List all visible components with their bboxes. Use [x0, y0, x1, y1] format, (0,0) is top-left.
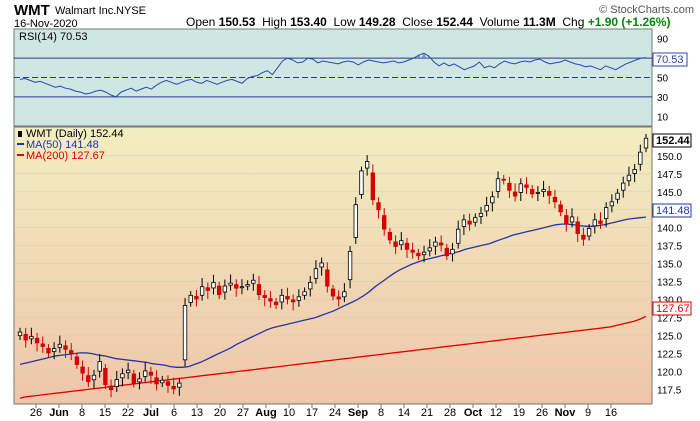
x-tick-label: 26: [536, 407, 548, 419]
x-tick-label: Jun: [49, 407, 69, 419]
x-tick-label: 17: [306, 407, 318, 419]
price-tick-label: 145.0: [657, 188, 682, 199]
legend-swatch-wmt: [18, 131, 22, 137]
x-tick-label: 13: [191, 407, 203, 419]
ma50-tag-text: 141.48: [656, 205, 690, 217]
price-tick-label: 132.5: [657, 278, 682, 289]
x-tick-label: 9: [585, 407, 591, 419]
stock-chart[interactable]: 1030507090 117.5120.0122.5125.0127.5130.…: [0, 0, 700, 421]
rsi-tag-text: 70.53: [656, 54, 684, 66]
candle: [182, 297, 188, 367]
ma200-tag-text: 127.67: [656, 303, 690, 315]
x-tick-label: Oct: [464, 407, 483, 419]
x-tick-label: 14: [398, 407, 410, 419]
price-tick-label: 125.0: [657, 332, 682, 343]
x-tick-label: 10: [283, 407, 295, 419]
price-panel: [13, 126, 653, 405]
x-tick-label: 8: [79, 407, 85, 419]
price-tick-label: 120.0: [657, 368, 682, 379]
x-tick-label: Jul: [143, 407, 159, 419]
price-tick-label: 137.5: [657, 242, 682, 253]
x-tick-label: Nov: [555, 407, 577, 419]
x-tick-label: 19: [513, 407, 525, 419]
rsi-tick-label: 10: [657, 112, 669, 123]
x-tick-label: 6: [171, 407, 177, 419]
price-tick-label: 150.0: [657, 152, 682, 163]
close-tag-text: 152.44: [656, 135, 691, 147]
price-tick-label: 122.5: [657, 350, 682, 361]
x-tick-label: 24: [329, 407, 341, 419]
x-tick-label: 15: [99, 407, 111, 419]
candle: [359, 166, 364, 199]
x-tick-label: 28: [444, 407, 456, 419]
x-tick-label: Sep: [348, 407, 368, 419]
x-tick-label: 22: [122, 407, 134, 419]
rsi-tick-label: 90: [657, 35, 669, 46]
price-tick-label: 135.0: [657, 260, 682, 271]
price-tick-label: 140.0: [657, 224, 682, 235]
x-tick-label: 8: [378, 407, 384, 419]
legend-ma200: MA(200) 127.67: [26, 150, 105, 162]
x-tick-label: 12: [490, 407, 502, 419]
x-tick-label: 16: [605, 407, 617, 419]
rsi-tick-label: 50: [657, 74, 669, 85]
rsi-tick-label: 30: [657, 93, 669, 104]
x-tick-label: 21: [421, 407, 433, 419]
x-tick-label: Aug: [255, 407, 276, 419]
price-tick-label: 117.5: [657, 386, 682, 397]
rsi-title: RSI(14) 70.53: [19, 31, 87, 43]
price-tick-label: 147.5: [657, 170, 682, 181]
x-tick-label: 20: [214, 407, 226, 419]
x-tick-label: 26: [30, 407, 42, 419]
x-tick-label: 27: [237, 407, 249, 419]
